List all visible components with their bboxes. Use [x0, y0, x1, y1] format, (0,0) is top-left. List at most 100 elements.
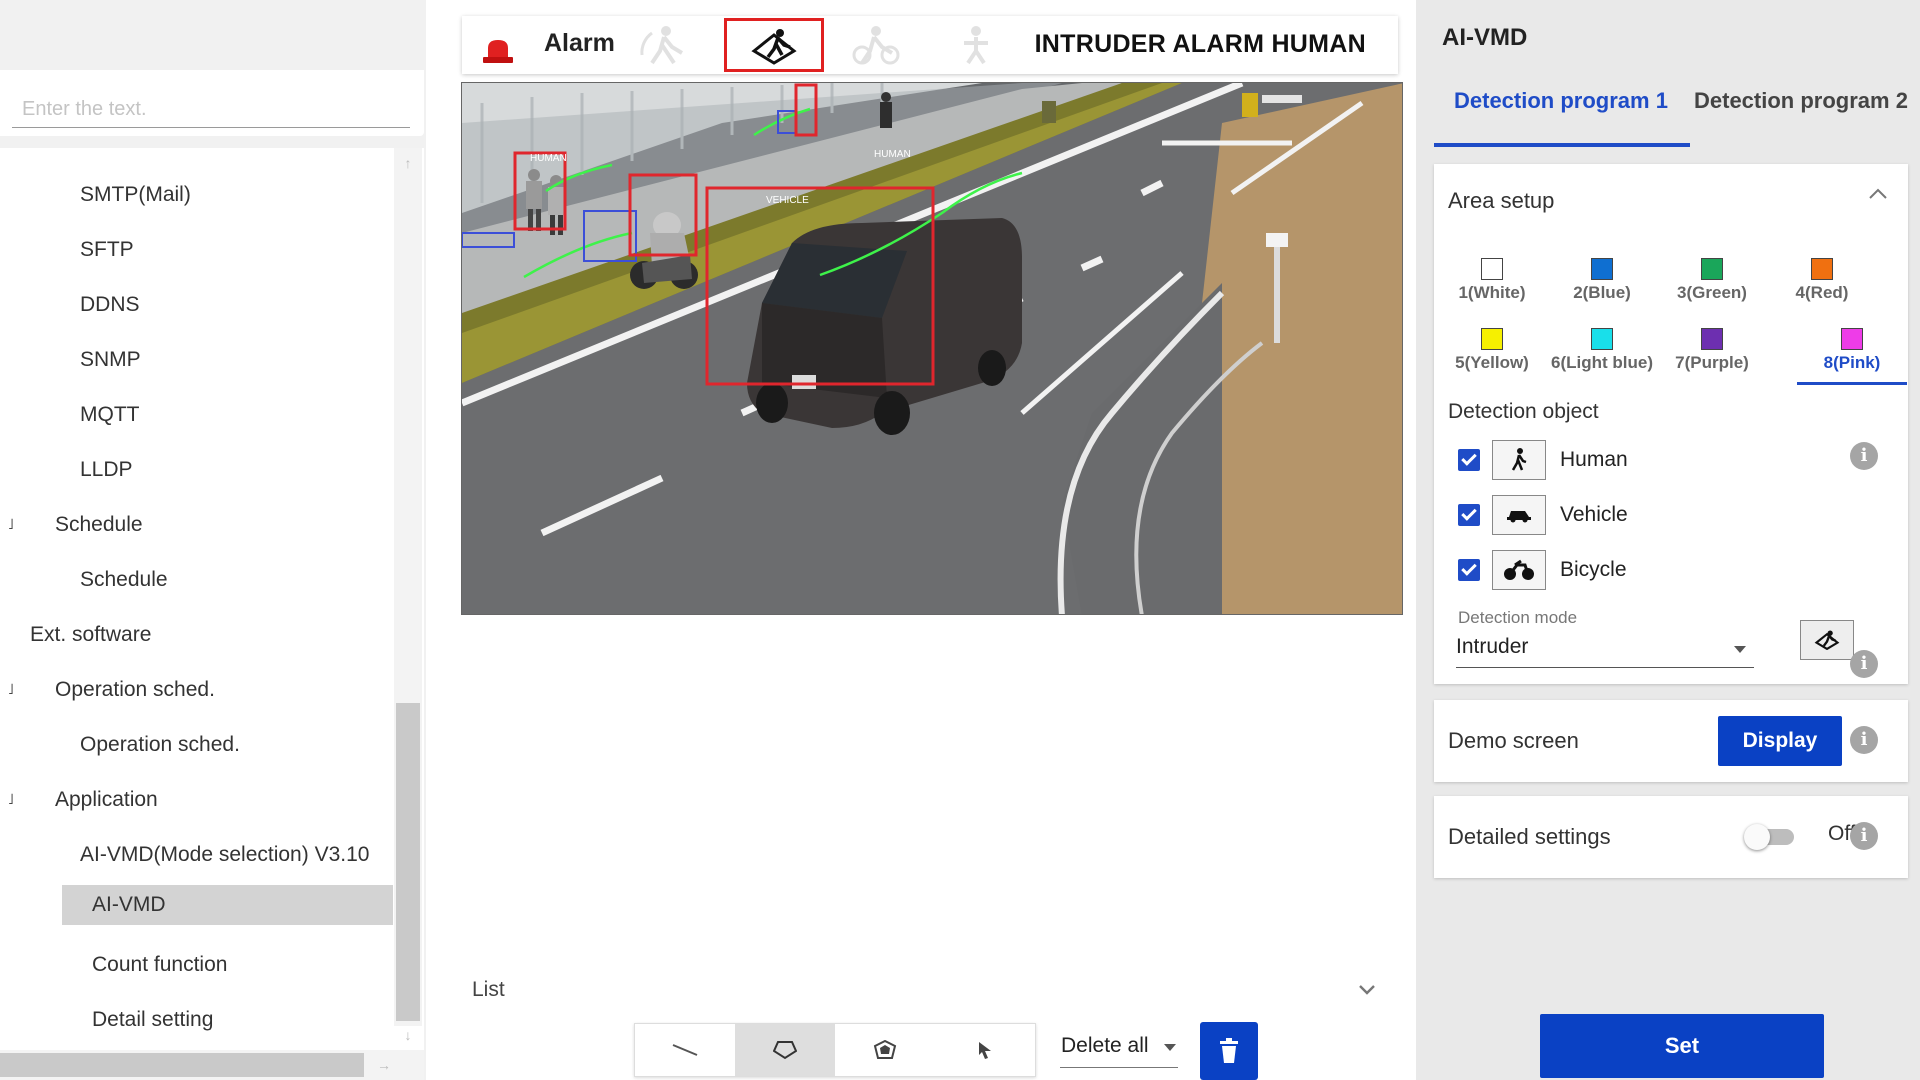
area-2-label: 2(Blue): [1573, 283, 1631, 302]
bicycle-icon: [1504, 559, 1534, 580]
alarm-message: INTRUDER ALARM HUMAN: [1034, 30, 1366, 58]
set-button[interactable]: Set: [1540, 1014, 1824, 1078]
panel-title: AI-VMD: [1442, 24, 1528, 51]
ai-vmd-settings-panel: AI-VMD Detection program 1 Detection pro…: [1416, 0, 1920, 1080]
nav-group-operation-sched[interactable]: Operation sched.: [55, 673, 215, 707]
scroll-thumb[interactable]: [0, 1053, 364, 1077]
alarm-lamp-icon: [483, 40, 513, 63]
nav-item-schedule[interactable]: Schedule: [80, 563, 168, 597]
human-icon: [1511, 448, 1527, 471]
toggle-knob: [1744, 824, 1770, 850]
area-1-swatch: [1481, 258, 1503, 280]
area-2-option[interactable]: 2(Blue): [1548, 258, 1656, 303]
nav-group-application[interactable]: Application: [55, 783, 158, 817]
vehicle-button[interactable]: [1492, 495, 1546, 535]
nav-item-mqtt[interactable]: MQTT: [80, 398, 139, 432]
area-8-swatch: [1841, 328, 1863, 350]
info-icon[interactable]: i: [1850, 442, 1878, 470]
info-icon[interactable]: i: [1850, 726, 1878, 754]
list-label: List: [472, 978, 505, 1001]
nav-item-detail-setting[interactable]: Detail setting: [92, 1003, 213, 1037]
human-label: Human: [1560, 448, 1628, 471]
polygon-tool-icon: [773, 1041, 797, 1060]
area-5-option[interactable]: 5(Yellow): [1438, 328, 1546, 373]
line-tool-icon: [672, 1044, 698, 1056]
area-6-option[interactable]: 6(Light blue): [1548, 328, 1656, 373]
nav-group-ext-software[interactable]: Ext. software: [30, 618, 151, 652]
scroll-thumb[interactable]: [396, 703, 420, 1021]
horizontal-scrollbar[interactable]: →: [0, 1050, 424, 1080]
info-icon[interactable]: i: [1850, 650, 1878, 678]
settings-sidebar: SMTP(Mail) SFTP DDNS SNMP MQTT LLDP ˩ Sc…: [0, 0, 426, 1080]
area-4-label: 4(Red): [1795, 283, 1849, 302]
active-tab-indicator: [1434, 143, 1690, 147]
tab-detection-program-1[interactable]: Detection program 1: [1454, 88, 1668, 114]
nav-item-operation-sched[interactable]: Operation sched.: [80, 728, 240, 762]
settings-tree: SMTP(Mail) SFTP DDNS SNMP MQTT LLDP ˩ Sc…: [0, 148, 424, 1078]
delete-mode-select[interactable]: Delete all: [1060, 1026, 1178, 1068]
detailed-settings-label: Detailed settings: [1448, 824, 1611, 849]
selected-area-indicator: [1797, 382, 1907, 385]
nav-item-smtp[interactable]: SMTP(Mail): [80, 178, 191, 212]
area-setup-title: Area setup: [1448, 188, 1555, 213]
detect-human-row: Human: [1458, 440, 1898, 480]
detection-mode-button[interactable]: [1800, 620, 1854, 660]
area-3-label: 3(Green): [1677, 283, 1747, 302]
delete-button[interactable]: [1200, 1022, 1258, 1080]
polygon-tool-button[interactable]: [735, 1024, 835, 1076]
scroll-up-icon[interactable]: ↑: [394, 150, 422, 176]
camera-live-view[interactable]: HUMAN HUMAN VEHICLE: [461, 82, 1403, 615]
detection-mode-value: Intruder: [1456, 635, 1529, 658]
area-polygon-tool-button[interactable]: [835, 1024, 935, 1076]
tab-detection-program-2[interactable]: Detection program 2: [1694, 88, 1908, 114]
area-7-option[interactable]: 7(Purple): [1658, 328, 1766, 373]
nav-group-schedule[interactable]: Schedule: [55, 508, 143, 542]
scroll-down-icon[interactable]: ↓: [394, 1022, 422, 1048]
area-6-swatch: [1591, 328, 1613, 350]
scroll-right-icon[interactable]: →: [370, 1050, 398, 1080]
delete-mode-value: Delete all: [1061, 1034, 1149, 1057]
vehicle-checkbox[interactable]: [1458, 504, 1480, 526]
nav-item-snmp[interactable]: SNMP: [80, 343, 141, 377]
chevron-up-icon[interactable]: [1868, 186, 1888, 200]
detailed-settings-toggle[interactable]: [1744, 824, 1796, 850]
area-5-swatch: [1481, 328, 1503, 350]
area-1-option[interactable]: 1(White): [1438, 258, 1546, 303]
nav-item-sftp[interactable]: SFTP: [80, 233, 134, 267]
human-button[interactable]: [1492, 440, 1546, 480]
nav-item-ai-vmd[interactable]: AI-VMD: [62, 885, 393, 925]
dropdown-caret-icon: [1164, 1044, 1176, 1051]
vehicle-icon: [1507, 511, 1531, 523]
nav-item-ai-vmd-mode-selection[interactable]: AI-VMD(Mode selection) V3.10: [80, 838, 369, 872]
nav-item-count-function[interactable]: Count function: [92, 948, 227, 982]
detect-bicycle-row: Bicycle: [1458, 550, 1898, 590]
bicycle-checkbox[interactable]: [1458, 559, 1480, 581]
detect-vehicle-row: Vehicle: [1458, 495, 1898, 535]
search-input[interactable]: [12, 92, 410, 128]
collapse-icon[interactable]: ˩: [8, 508, 14, 542]
nav-item-lldp[interactable]: LLDP: [80, 453, 133, 487]
human-checkbox[interactable]: [1458, 449, 1480, 471]
area-polygon-tool-icon: [873, 1040, 897, 1059]
area-7-swatch: [1701, 328, 1723, 350]
vertical-scrollbar[interactable]: ↑ ↓: [394, 148, 422, 1043]
nav-item-ddns[interactable]: DDNS: [80, 288, 140, 322]
display-button[interactable]: Display: [1718, 716, 1842, 766]
select-tool-button[interactable]: [935, 1024, 1035, 1076]
area-8-option[interactable]: 8(Pink): [1798, 328, 1906, 373]
info-icon[interactable]: i: [1850, 822, 1878, 850]
area-4-option[interactable]: 4(Red): [1768, 258, 1876, 303]
chevron-down-icon[interactable]: [1356, 978, 1378, 1000]
bicycle-button[interactable]: [1492, 550, 1546, 590]
line-tool-button[interactable]: [635, 1024, 735, 1076]
collapse-icon[interactable]: ˩: [8, 783, 14, 817]
detection-mode-select[interactable]: Intruder: [1456, 630, 1754, 668]
area-4-swatch: [1811, 258, 1833, 280]
area-3-option[interactable]: 3(Green): [1658, 258, 1766, 303]
detailed-settings-card: Detailed settings Off i: [1434, 796, 1908, 878]
collapse-icon[interactable]: ˩: [8, 673, 14, 707]
dropdown-caret-icon: [1734, 646, 1746, 653]
active-alarm-indicator: [724, 18, 824, 72]
area-8-label: 8(Pink): [1823, 353, 1881, 372]
human-detection-label: HUMAN: [874, 149, 911, 160]
